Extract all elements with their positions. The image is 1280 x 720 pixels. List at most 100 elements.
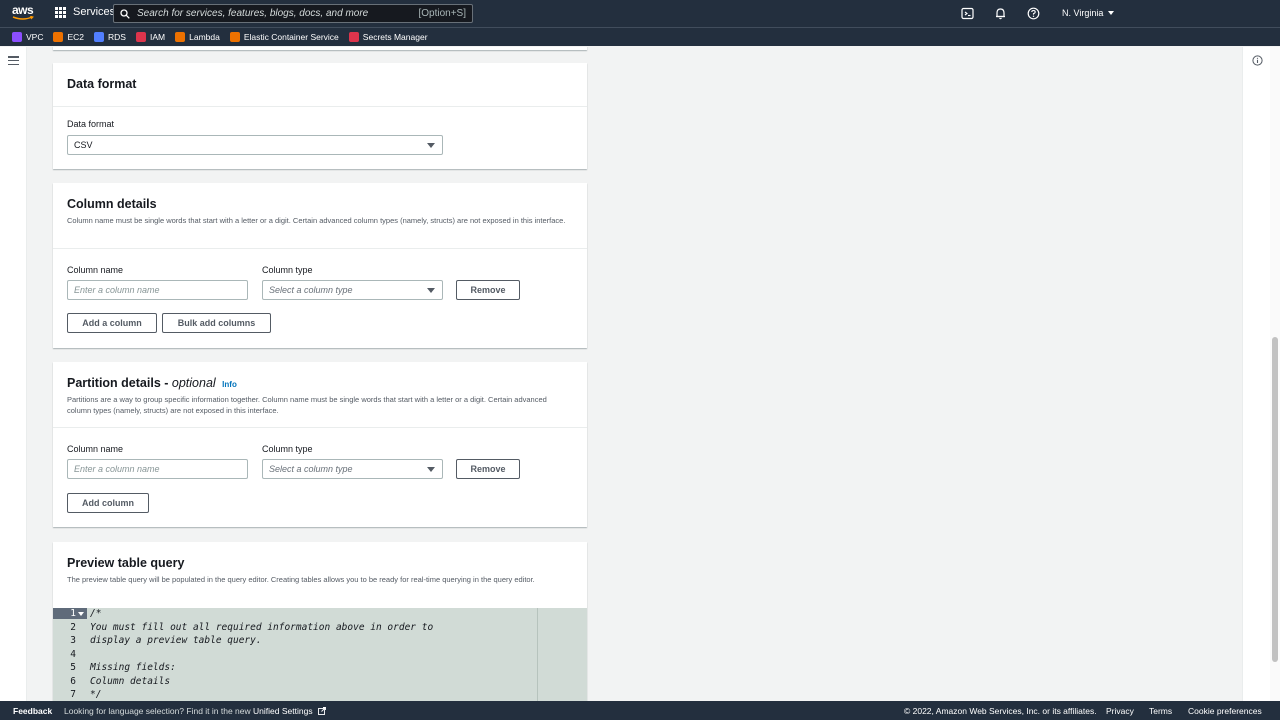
code-text: display a preview table query. [90, 635, 262, 646]
lambda-service-icon [175, 32, 186, 42]
favorite-label: Lambda [189, 32, 220, 42]
region-selector[interactable]: N. Virginia [1062, 8, 1115, 18]
search-shortcut: [Option+S] [418, 8, 466, 19]
code-line: 4 [53, 649, 587, 663]
column-type-placeholder: Select a column type [269, 285, 353, 295]
code-line: 1 /* [53, 608, 587, 622]
vpc-service-icon [12, 32, 22, 42]
caret-down-icon [427, 287, 435, 293]
main-content: Data format Data format CSV Column detai… [27, 47, 1242, 701]
line-number: 6 [70, 675, 76, 687]
column-name-input[interactable]: Enter a column name [67, 280, 248, 300]
footer: Feedback Looking for language selection?… [0, 701, 1280, 720]
favorites-bar: VPC EC2 RDS IAM Lambda Elastic Container… [0, 27, 1280, 46]
favorite-rds[interactable]: RDS [94, 32, 126, 42]
column-details-header: Column details Column name must be singl… [53, 183, 587, 249]
fold-arrow-icon[interactable] [78, 612, 84, 616]
code-text: /* [90, 608, 102, 619]
data-format-value: CSV [74, 140, 93, 150]
add-partition-column-button[interactable]: Add column [67, 493, 149, 513]
info-link[interactable]: Info [222, 380, 237, 389]
line-number: 5 [70, 662, 76, 673]
feedback-link[interactable]: Feedback [13, 706, 52, 716]
favorite-secrets-manager[interactable]: Secrets Manager [348, 32, 428, 42]
copyright-text: © 2022, Amazon Web Services, Inc. or its… [904, 706, 1097, 716]
bell-icon[interactable] [994, 7, 1007, 20]
bulk-add-columns-button[interactable]: Bulk add columns [162, 313, 271, 333]
partition-column-type-select[interactable]: Select a column type [262, 459, 443, 479]
column-type-select[interactable]: Select a column type [262, 280, 443, 300]
favorite-label: VPC [26, 32, 44, 42]
line-number: 7 [70, 689, 76, 700]
language-notice-text: Looking for language selection? Find it … [64, 706, 251, 716]
favorite-label: Elastic Container Service [243, 32, 339, 42]
right-tools-rail [1242, 47, 1270, 701]
help-icon[interactable] [1027, 7, 1040, 20]
column-details-title: Column details [67, 197, 157, 211]
search-icon [120, 8, 130, 19]
favorite-label: Secrets Manager [362, 32, 428, 42]
search-input[interactable]: Search for services, features, blogs, do… [113, 4, 473, 23]
page-scrollbar[interactable] [1270, 47, 1280, 701]
left-navigation-rail [0, 47, 27, 701]
aws-logo-text: aws [12, 3, 34, 17]
partition-column-type-placeholder: Select a column type [269, 464, 353, 474]
services-menu-button[interactable]: Services [55, 6, 115, 18]
data-format-title: Data format [67, 77, 137, 91]
favorite-ecs[interactable]: Elastic Container Service [229, 32, 339, 42]
partition-details-header: Partition details - optional Info Partit… [53, 362, 587, 428]
favorite-label: IAM [149, 32, 166, 42]
unified-settings-link[interactable]: Unified Settings [253, 706, 313, 716]
rds-service-icon [94, 32, 105, 42]
privacy-link[interactable]: Privacy [1106, 706, 1134, 716]
line-number: 3 [70, 635, 76, 646]
info-icon[interactable] [1252, 55, 1263, 66]
previous-panel-edge [53, 47, 587, 50]
optional-label: optional [171, 376, 216, 390]
cloudshell-icon[interactable] [961, 7, 974, 20]
scrollbar-thumb[interactable] [1272, 337, 1278, 662]
partition-column-name-input[interactable]: Enter a column name [67, 459, 248, 479]
partition-details-panel: Partition details - optional Info Partit… [53, 362, 587, 527]
data-format-panel: Data format Data format CSV [53, 63, 587, 169]
code-line: 3 display a preview table query. [53, 635, 587, 649]
cookie-preferences-link[interactable]: Cookie preferences [1188, 706, 1262, 716]
column-name-label: Column name [67, 265, 124, 275]
top-navigation: aws Services Search for services, featur… [0, 0, 1280, 27]
aws-logo[interactable]: aws [12, 3, 34, 21]
iam-service-icon [135, 32, 146, 42]
caret-down-icon [427, 142, 435, 148]
data-format-header: Data format [53, 63, 587, 107]
line-number: 2 [70, 621, 76, 633]
column-details-panel: Column details Column name must be singl… [53, 183, 587, 348]
code-line: 2 You must fill out all required informa… [53, 622, 587, 636]
partition-column-type-label: Column type [262, 444, 313, 454]
preview-query-title: Preview table query [67, 556, 185, 570]
ec2-service-icon [53, 32, 64, 42]
code-line: 6 Column details [53, 676, 587, 690]
remove-partition-button[interactable]: Remove [456, 459, 520, 479]
query-code-editor[interactable]: 1 /* 2 You must fill out all required in… [53, 608, 587, 701]
partition-details-body: Column name Enter a column name Column t… [53, 428, 587, 527]
favorite-ec2[interactable]: EC2 [53, 32, 84, 42]
external-link-icon [318, 707, 326, 715]
favorite-label: RDS [108, 32, 126, 42]
favorite-vpc[interactable]: VPC [12, 32, 43, 42]
preview-query-header: Preview table query The preview table qu… [53, 542, 587, 608]
favorite-iam[interactable]: IAM [135, 32, 166, 42]
favorite-lambda[interactable]: Lambda [175, 32, 220, 42]
remove-column-button[interactable]: Remove [456, 280, 520, 300]
terms-link[interactable]: Terms [1149, 706, 1172, 716]
partition-details-title: Partition details - optional Info [67, 376, 573, 390]
data-format-body: Data format CSV [53, 107, 587, 169]
code-text: Missing fields: [90, 662, 176, 673]
data-format-select[interactable]: CSV [67, 135, 443, 155]
column-type-label: Column type [262, 265, 313, 275]
hamburger-menu-icon[interactable] [8, 56, 19, 65]
search-placeholder: Search for services, features, blogs, do… [137, 8, 369, 19]
services-label: Services [73, 6, 116, 18]
preview-query-description: The preview table query will be populate… [67, 575, 535, 584]
add-column-button[interactable]: Add a column [67, 313, 157, 333]
region-label: N. Virginia [1062, 8, 1104, 18]
caret-down-icon [427, 466, 435, 472]
